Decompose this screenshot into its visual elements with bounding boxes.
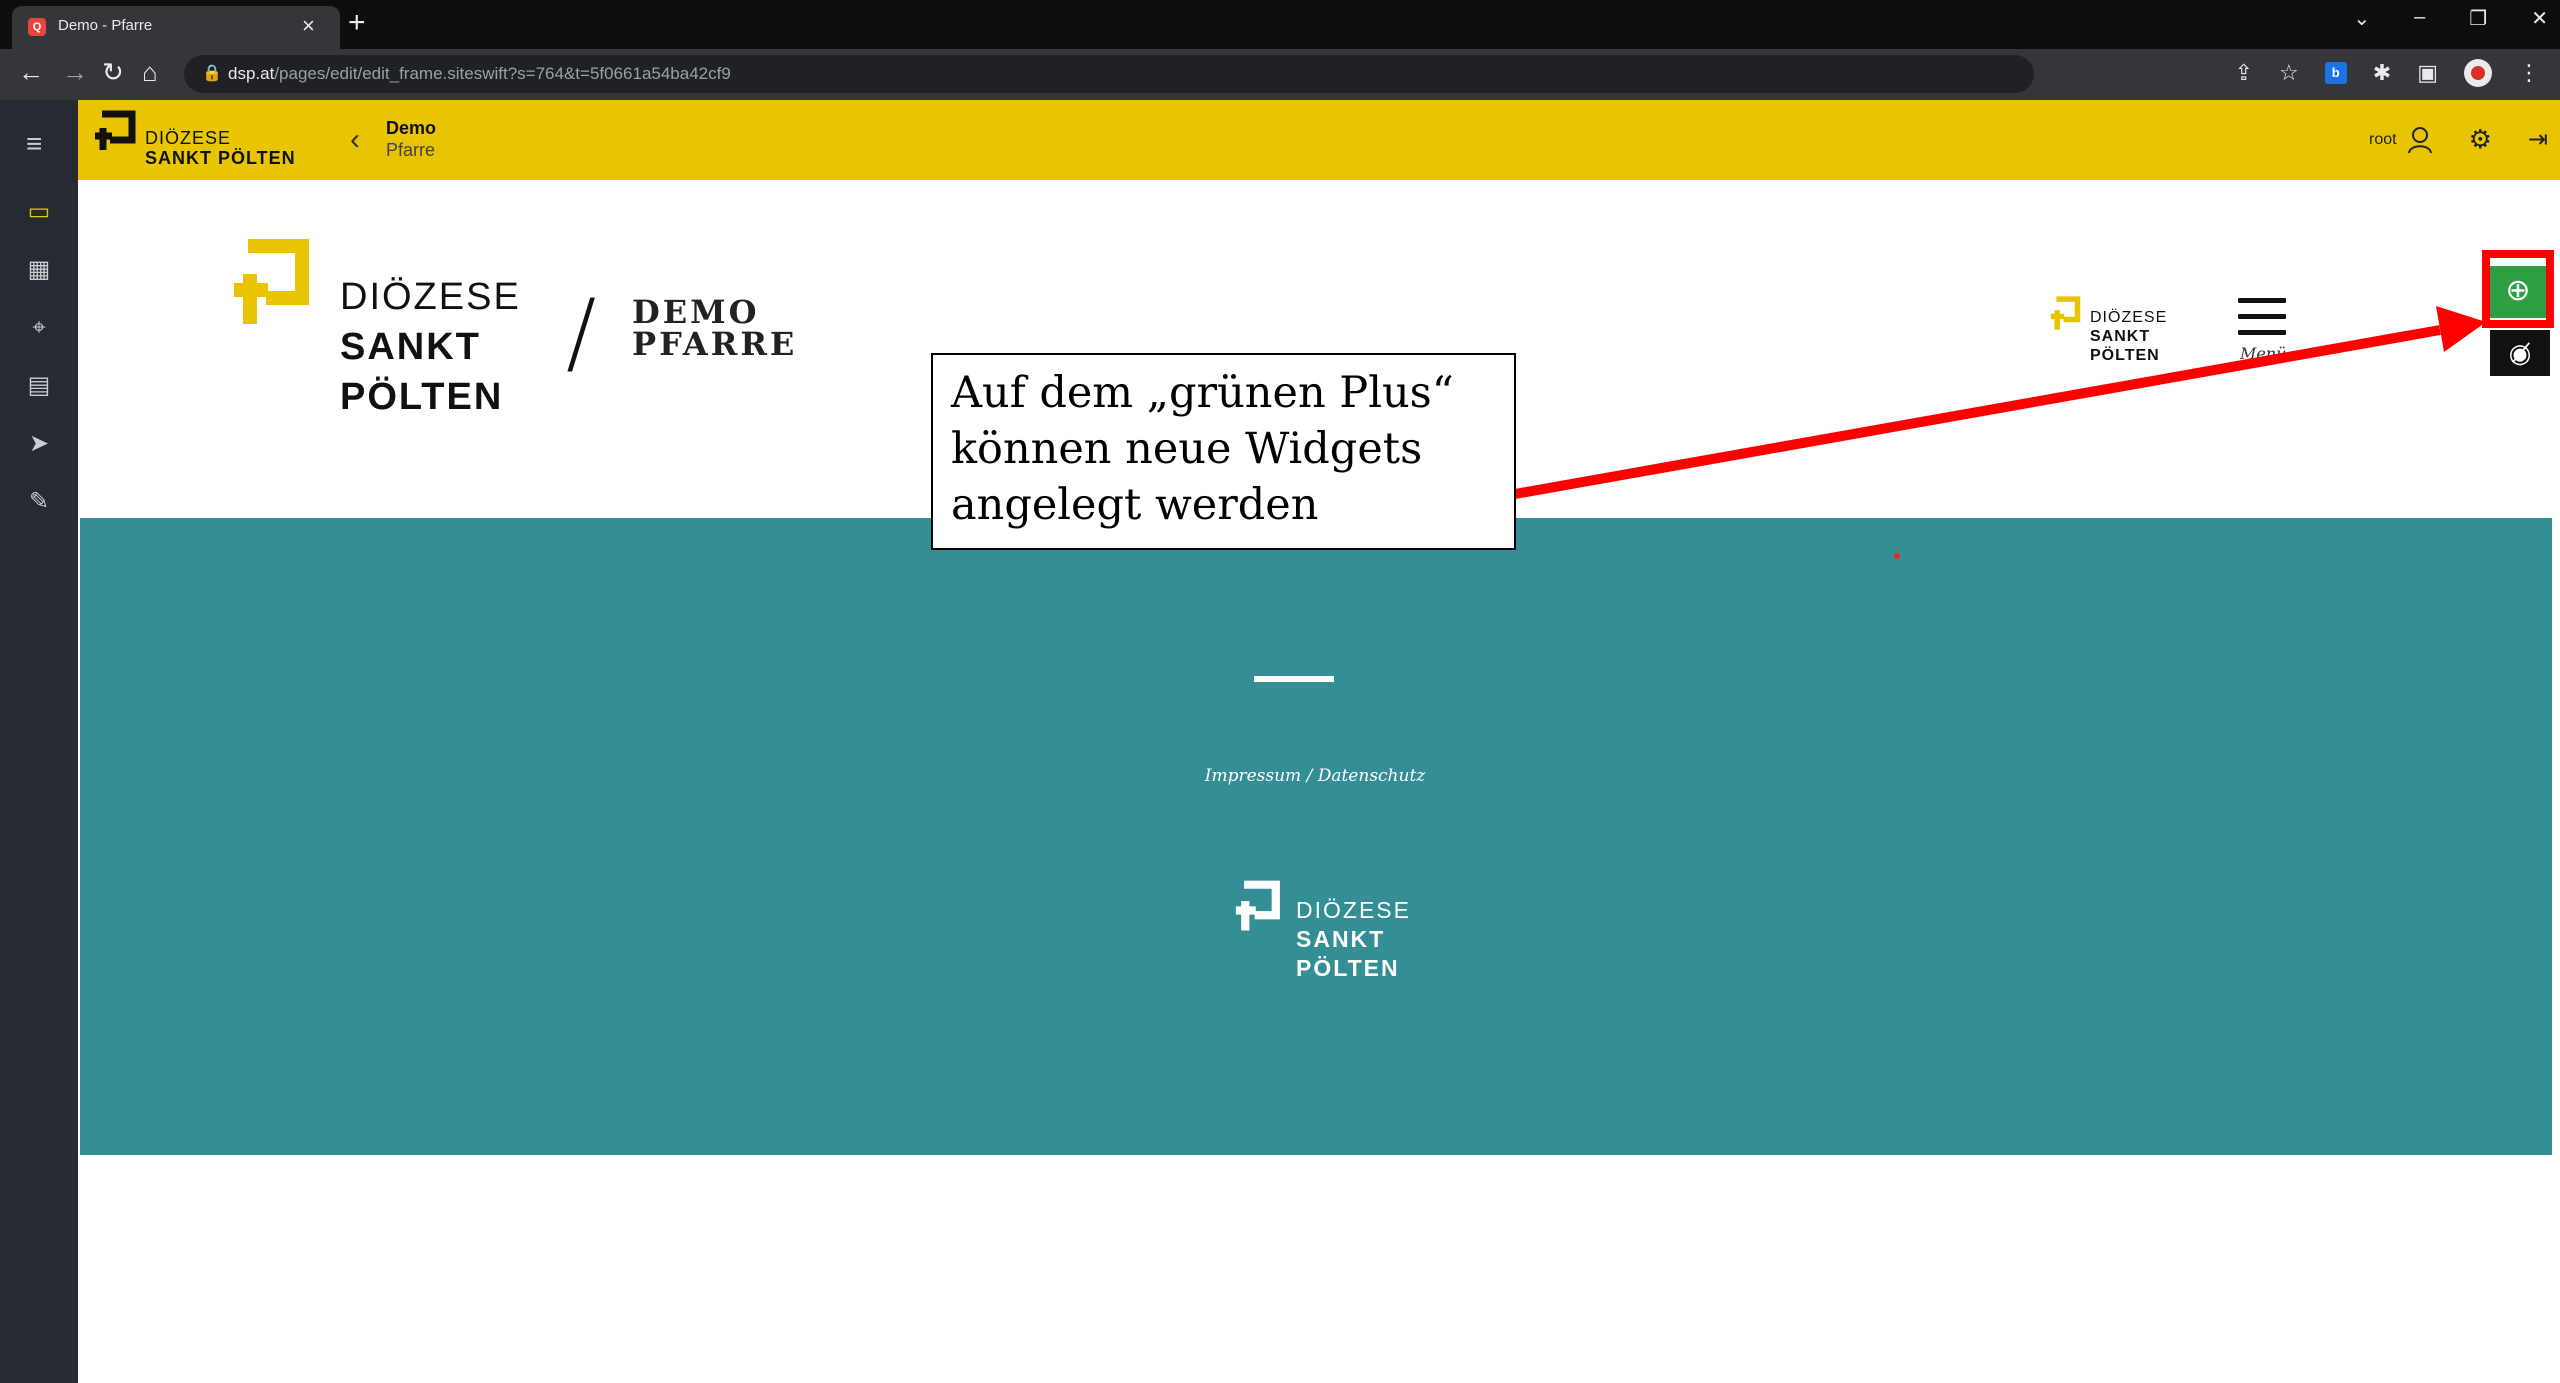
annotation-arrow [1514, 306, 2486, 499]
callout-line3: angelegt werden [951, 480, 1319, 530]
annotation-callout: Auf dem „grünen Plus“ können neue Widget… [931, 353, 1516, 550]
callout-line1: Auf dem „grünen Plus“ [951, 368, 1454, 418]
callout-line2: können neue Widgets [951, 424, 1423, 474]
